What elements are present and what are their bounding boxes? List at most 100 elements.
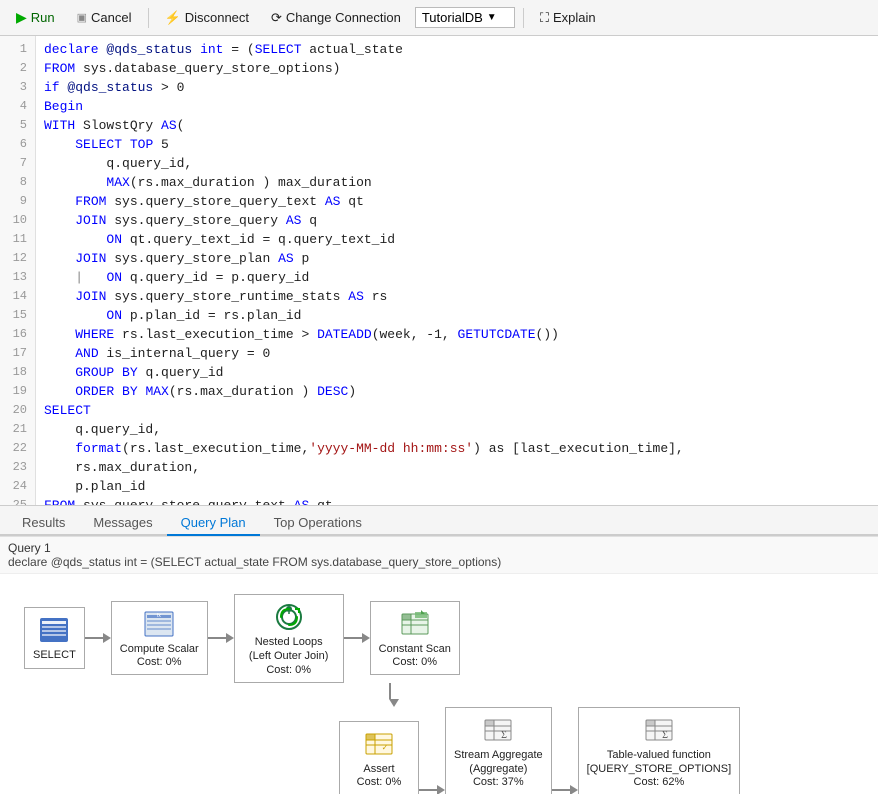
line-number-23: 23 [0,458,35,477]
plan-node-compute: fx Compute Scalar Cost: 0% [111,601,208,675]
tab-top-operations[interactable]: Top Operations [260,511,376,536]
assert-cost: Cost: 0% [357,776,402,788]
line-number-17: 17 [0,344,35,363]
code-editor[interactable]: 1234567891011121314151617181920212223242… [0,36,878,506]
code-line: ON qt.query_text_id = q.query_text_id [44,230,870,249]
code-line: Begin [44,97,870,116]
chevron-down-icon: ▼ [487,12,497,23]
plan-container: SELECT fx [16,586,862,794]
line-number-20: 20 [0,401,35,420]
aggregate-cost: Cost: 37% [473,776,524,788]
line-number-24: 24 [0,477,35,496]
code-line: ON p.plan_id = rs.plan_id [44,306,870,325]
tvf-label: Table-valued function[QUERY_STORE_OPTION… [587,748,731,777]
code-line: MAX(rs.max_duration ) max_duration [44,173,870,192]
plan-bottom-row: ✓ Assert Cost: 0% [339,707,854,794]
aggregate-icon: Σ [482,714,514,746]
code-line: | ON q.query_id = p.query_id [44,268,870,287]
svg-text:Σ: Σ [501,730,507,741]
compute-icon: fx [143,608,175,640]
aggregate-label: Stream Aggregate(Aggregate) [454,748,543,777]
query-text-preview: declare @qds_status int = (SELECT actual… [8,555,501,569]
line-number-3: 3 [0,78,35,97]
change-connection-button[interactable]: ⟳ Change Connection [263,7,409,29]
code-line: format(rs.last_execution_time,'yyyy-MM-d… [44,439,870,458]
compute-cost: Cost: 0% [137,656,182,668]
cancel-label: Cancel [91,10,131,25]
tvf-cost: Cost: 62% [634,776,685,788]
nested-cost: Cost: 0% [266,664,311,676]
constant-icon [399,608,431,640]
plan-node-aggregate: Σ Stream Aggregate(Aggregate) Cost: 37% [445,707,552,794]
line-number-6: 6 [0,135,35,154]
constant-cost: Cost: 0% [392,656,437,668]
code-line: p.plan_id [44,477,870,496]
disconnect-button[interactable]: ⚡ Disconnect [157,7,258,29]
svg-text:fx: fx [157,613,161,619]
database-dropdown[interactable]: TutorialDB ▼ [415,7,515,28]
line-number-14: 14 [0,287,35,306]
svg-text:✓: ✓ [382,743,389,752]
tab-query-plan[interactable]: Query Plan [167,511,260,536]
arrow-1 [85,633,111,643]
code-content[interactable]: declare @qds_status int = (SELECT actual… [36,36,878,505]
code-line: FROM sys.database_query_store_options) [44,59,870,78]
select-label: SELECT [33,648,76,662]
nested-label: Nested Loops(Left Outer Join) [249,635,328,664]
code-line: JOIN sys.query_store_plan AS p [44,249,870,268]
assert-label: Assert [363,762,394,776]
line-number-18: 18 [0,363,35,382]
plan-node-tvf: Σ Table-valued function[QUERY_STORE_OPTI… [578,707,740,794]
assert-icon: ✓ [363,728,395,760]
explain-label: Explain [553,10,596,25]
plan-node-nested: Nested Loops(Left Outer Join) Cost: 0% [234,594,344,683]
disconnect-label: Disconnect [185,10,249,25]
plan-node-constant: Constant Scan Cost: 0% [370,601,460,675]
line-number-10: 10 [0,211,35,230]
toolbar: ▶ Run ▣ Cancel ⚡ Disconnect ⟳ Change Con… [0,0,878,36]
compute-label: Compute Scalar [120,642,199,656]
cancel-button[interactable]: ▣ Cancel [69,7,140,28]
plan-diagram: SELECT fx [0,574,878,794]
line-number-21: 21 [0,420,35,439]
line-number-4: 4 [0,97,35,116]
line-numbers: 1234567891011121314151617181920212223242… [0,36,36,505]
tab-messages[interactable]: Messages [79,511,166,536]
code-line: WHERE rs.last_execution_time > DATEADD(w… [44,325,870,344]
code-line: AND is_internal_query = 0 [44,344,870,363]
arrow-4 [419,785,445,794]
tab-results[interactable]: Results [8,511,79,536]
arrow-2 [208,633,234,643]
line-number-7: 7 [0,154,35,173]
explain-icon: ⛶ [540,10,549,26]
vertical-connector [389,683,854,707]
line-number-5: 5 [0,116,35,135]
svg-text:Σ: Σ [662,730,668,741]
arrow-5 [552,785,578,794]
arrow-3 [344,633,370,643]
plan-node-assert: ✓ Assert Cost: 0% [339,721,419,794]
code-line: SELECT [44,401,870,420]
line-number-12: 12 [0,249,35,268]
line-number-16: 16 [0,325,35,344]
run-button[interactable]: ▶ Run [8,6,63,29]
code-line: JOIN sys.query_store_runtime_stats AS rs [44,287,870,306]
code-line: JOIN sys.query_store_query AS q [44,211,870,230]
code-line: ORDER BY MAX(rs.max_duration ) DESC) [44,382,870,401]
change-connection-icon: ⟳ [271,10,282,26]
line-number-9: 9 [0,192,35,211]
code-line: declare @qds_status int = (SELECT actual… [44,40,870,59]
explain-button[interactable]: ⛶ Explain [532,7,604,29]
code-line: if @qds_status > 0 [44,78,870,97]
select-icon [38,614,70,646]
nested-icon [273,601,305,633]
query-label-bar: Query 1 declare @qds_status int = (SELEC… [0,537,878,574]
results-pane: Query 1 declare @qds_status int = (SELEC… [0,536,878,795]
plan-top-row: SELECT fx [24,594,854,683]
constant-label: Constant Scan [379,642,451,656]
query-number: Query 1 [8,541,51,555]
line-number-1: 1 [0,40,35,59]
line-number-22: 22 [0,439,35,458]
disconnect-icon: ⚡ [165,10,181,26]
cancel-icon: ▣ [77,11,87,24]
